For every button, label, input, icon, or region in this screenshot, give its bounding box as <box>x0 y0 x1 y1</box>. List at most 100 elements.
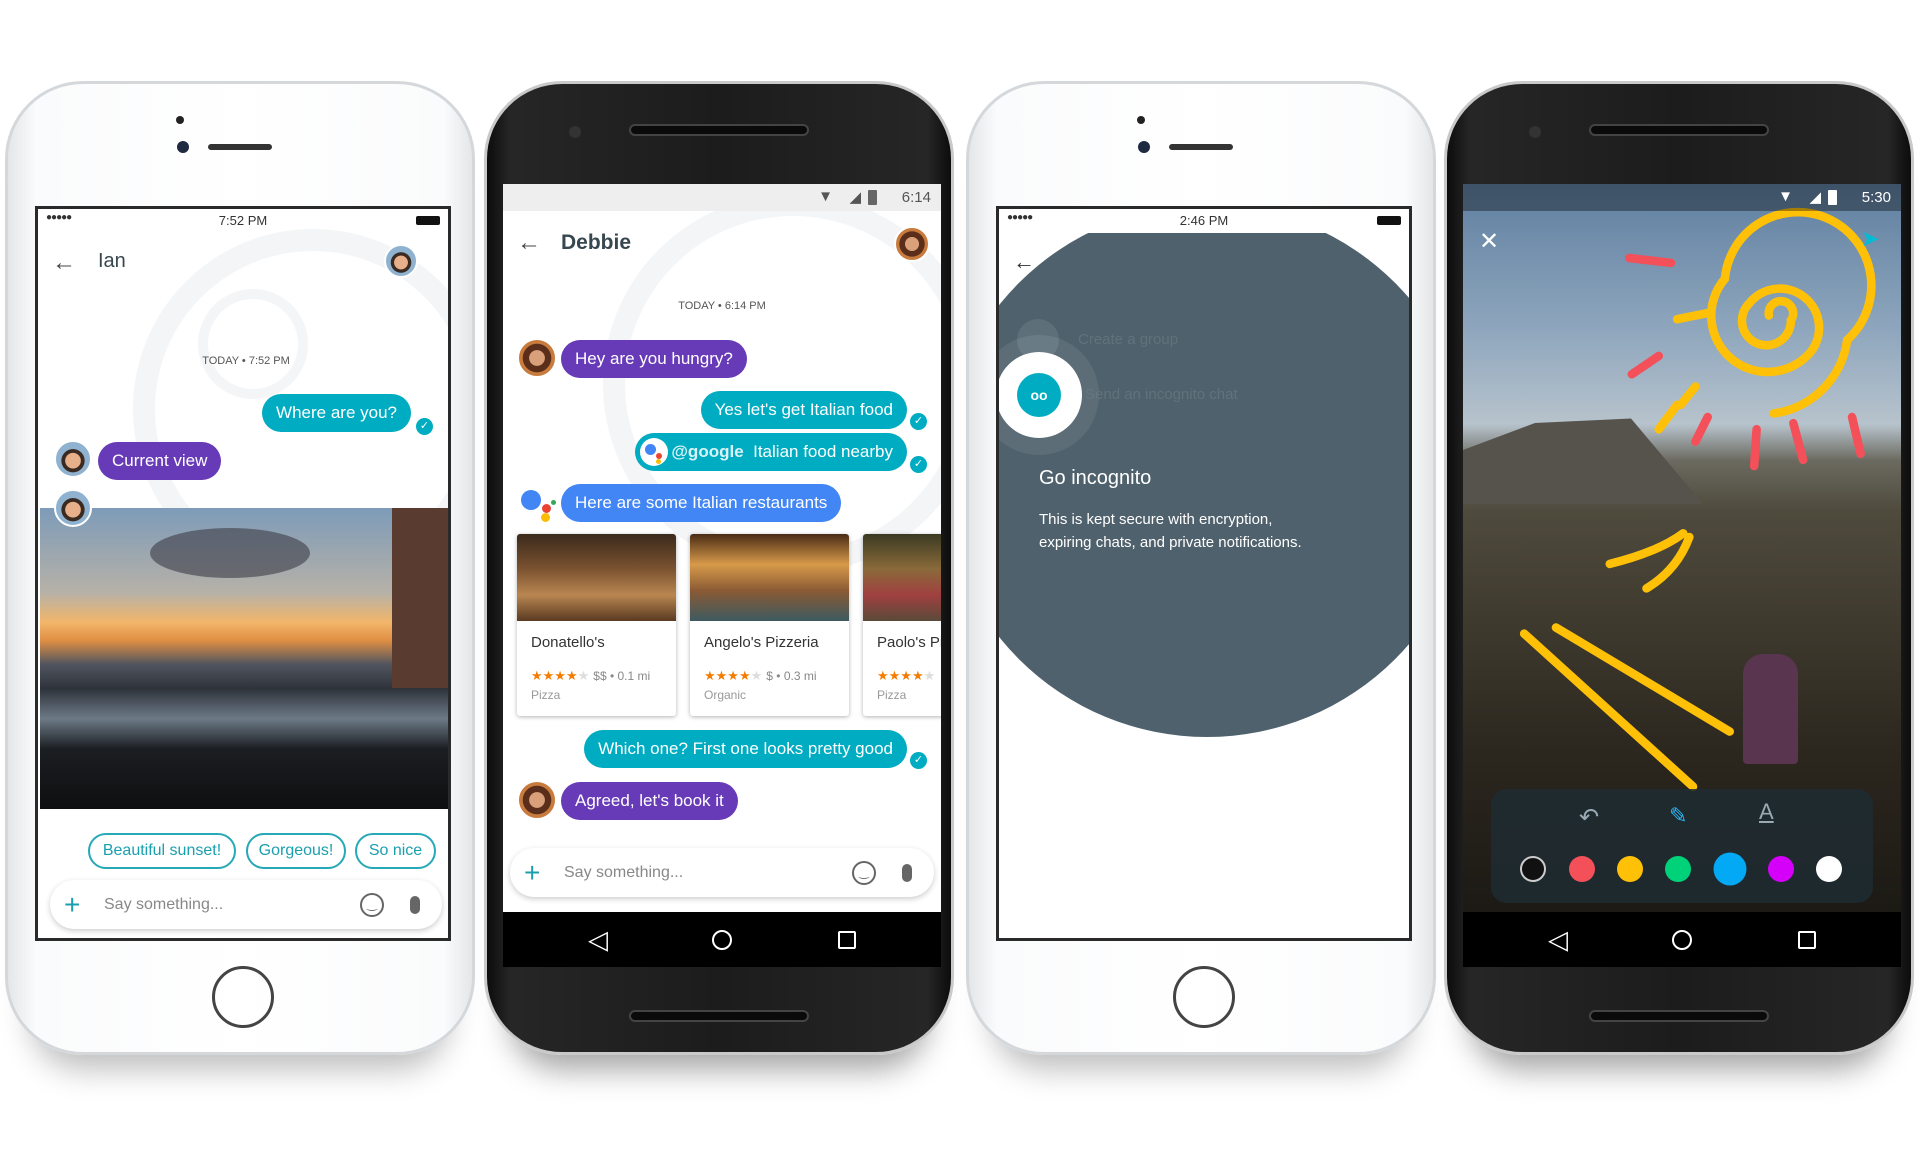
back-arrow-icon[interactable]: ← <box>1013 249 1035 275</box>
doodle-red-ray <box>1627 351 1664 379</box>
restaurant-card[interactable]: Paolo's Pizza ★★★★★ Pizza <box>863 534 941 716</box>
message-outgoing[interactable]: Where are you? <box>262 394 411 432</box>
sensor <box>176 116 184 124</box>
restaurant-photo <box>690 534 849 621</box>
screen: ▼ ◢ 5:30 ✕ ➤ ↶ ✎ A ◁ <box>1463 184 1901 967</box>
message-outgoing-mention[interactable]: @google Italian food nearby <box>635 433 907 471</box>
restaurant-photo <box>517 534 676 621</box>
restaurant-card[interactable]: Donatello's ★★★★★ $$ • 0.1 mi Pizza <box>517 534 676 716</box>
doodle-ray <box>1605 529 1688 569</box>
color-swatch-green[interactable] <box>1665 856 1691 882</box>
home-button[interactable] <box>212 966 274 1028</box>
message-incoming[interactable]: Hey are you hungry? <box>561 340 747 378</box>
undo-icon[interactable]: ↶ <box>1579 803 1599 832</box>
screen: ●●●●● 7:52 PM ← Ian TODAY • 7:52 PM Wher… <box>35 206 451 941</box>
front-camera <box>177 141 189 153</box>
message-outgoing[interactable]: Which one? First one looks pretty good <box>584 730 907 768</box>
contact-avatar[interactable] <box>894 226 930 262</box>
back-arrow-icon[interactable]: ← <box>517 229 541 257</box>
sender-avatar <box>54 440 92 478</box>
android-nav-bar: ◁ <box>1463 912 1901 967</box>
color-swatch-purple[interactable] <box>1768 856 1794 882</box>
doodle-red-ray <box>1691 412 1712 446</box>
doodle-ray <box>1654 400 1682 434</box>
home-nav-icon[interactable] <box>1672 929 1692 950</box>
sender-avatar <box>54 489 92 527</box>
restaurant-card[interactable]: Angelo's Pizzeria ★★★★★ $ • 0.3 mi Organi… <box>690 534 849 716</box>
shared-photo[interactable] <box>40 508 448 809</box>
recents-nav-icon[interactable] <box>838 930 856 949</box>
input-placeholder: Say something... <box>564 863 684 881</box>
message-assistant[interactable]: Here are some Italian restaurants <box>561 484 842 522</box>
front-camera <box>569 126 581 138</box>
menu-item-incognito-chat[interactable]: Send an incognito chat <box>1085 386 1238 403</box>
message-input[interactable]: + Say something... ‿ <box>50 880 442 929</box>
contact-name: Ian <box>98 250 126 272</box>
incognito-title: Go incognito <box>1039 467 1152 489</box>
add-icon[interactable]: + <box>64 889 80 921</box>
close-icon[interactable]: ✕ <box>1479 227 1499 256</box>
color-swatch-black[interactable] <box>1520 856 1546 882</box>
status-bar: ●●●●● 7:52 PM <box>38 209 448 233</box>
message-incoming[interactable]: Current view <box>98 442 222 480</box>
mention: @google <box>671 442 744 461</box>
doodle-sun-spiral <box>1707 207 1876 418</box>
back-nav-icon[interactable]: ◁ <box>1548 924 1568 955</box>
color-swatch-yellow[interactable] <box>1617 856 1643 882</box>
smart-reply-chip[interactable]: So nice <box>355 833 436 869</box>
signal-icon: ●●●●● <box>1007 212 1033 223</box>
sender-avatar <box>517 338 557 378</box>
add-icon[interactable]: + <box>524 857 540 889</box>
message-input[interactable]: + Say something... ‿ <box>510 848 934 897</box>
microphone-icon[interactable] <box>410 895 420 914</box>
drawing-toolbar: ↶ ✎ A <box>1491 789 1873 903</box>
restaurant-name: Angelo's Pizzeria <box>704 634 819 651</box>
back-nav-icon[interactable]: ◁ <box>588 924 608 955</box>
home-nav-icon[interactable] <box>712 929 732 950</box>
timestamp: TODAY • 7:52 PM <box>202 355 290 367</box>
recents-nav-icon[interactable] <box>1798 930 1816 949</box>
screen: ●●●●● 2:46 PM ← Create a group oo Send a… <box>996 206 1412 941</box>
earpiece <box>629 124 809 136</box>
message-incoming[interactable]: Agreed, let's book it <box>561 782 738 820</box>
emoji-icon[interactable]: ‿ <box>852 860 876 885</box>
assistant-logo-icon <box>521 490 557 524</box>
contact-name: Debbie <box>561 231 632 254</box>
restaurant-category: Pizza <box>877 688 907 702</box>
phone-android-draw: ▼ ◢ 5:30 ✕ ➤ ↶ ✎ A ◁ <box>1444 81 1914 1055</box>
status-time: 7:52 PM <box>218 213 268 228</box>
microphone-icon[interactable] <box>902 863 912 882</box>
doodle-ray <box>1672 308 1712 324</box>
marker-icon[interactable]: ✎ <box>1669 803 1687 829</box>
send-icon[interactable]: ➤ <box>1861 226 1879 252</box>
color-swatch-red[interactable] <box>1569 856 1595 882</box>
smart-reply-chip[interactable]: Beautiful sunset! <box>88 833 236 869</box>
wifi-icon: ▼ <box>1778 188 1793 205</box>
read-receipt-icon: ✓ <box>910 752 927 769</box>
home-button[interactable] <box>1173 966 1235 1028</box>
signal-icon: ◢ <box>849 189 861 206</box>
incognito-icon[interactable]: oo <box>1017 373 1061 417</box>
color-swatch-blue-selected[interactable] <box>1713 852 1747 886</box>
message-outgoing[interactable]: Yes let's get Italian food <box>700 391 907 429</box>
rating-stars: ★★★★★ <box>877 668 936 683</box>
doodle-red-ray <box>1625 253 1676 268</box>
sensor <box>1137 116 1145 124</box>
back-arrow-icon[interactable]: ← <box>52 249 76 277</box>
restaurant-category: Organic <box>704 688 747 702</box>
smart-reply-chip[interactable]: Gorgeous! <box>246 833 346 869</box>
menu-item-create-group[interactable]: Create a group <box>1078 331 1178 348</box>
emoji-icon[interactable]: ‿ <box>360 892 384 917</box>
color-swatch-white[interactable] <box>1816 856 1842 882</box>
restaurant-name: Paolo's Pizza <box>877 634 941 651</box>
text-tool-icon[interactable]: A <box>1759 799 1774 825</box>
earpiece <box>208 144 272 150</box>
restaurant-photo <box>863 534 941 621</box>
contact-avatar[interactable] <box>384 244 418 278</box>
status-bar: ●●●●● 2:46 PM <box>999 209 1409 233</box>
status-time: 5:30 <box>1861 189 1891 206</box>
assistant-logo-icon <box>640 438 669 466</box>
doodle-ray <box>1676 382 1700 410</box>
incognito-description: This is kept secure with encryption, <box>1039 511 1273 528</box>
earpiece <box>1169 144 1233 150</box>
